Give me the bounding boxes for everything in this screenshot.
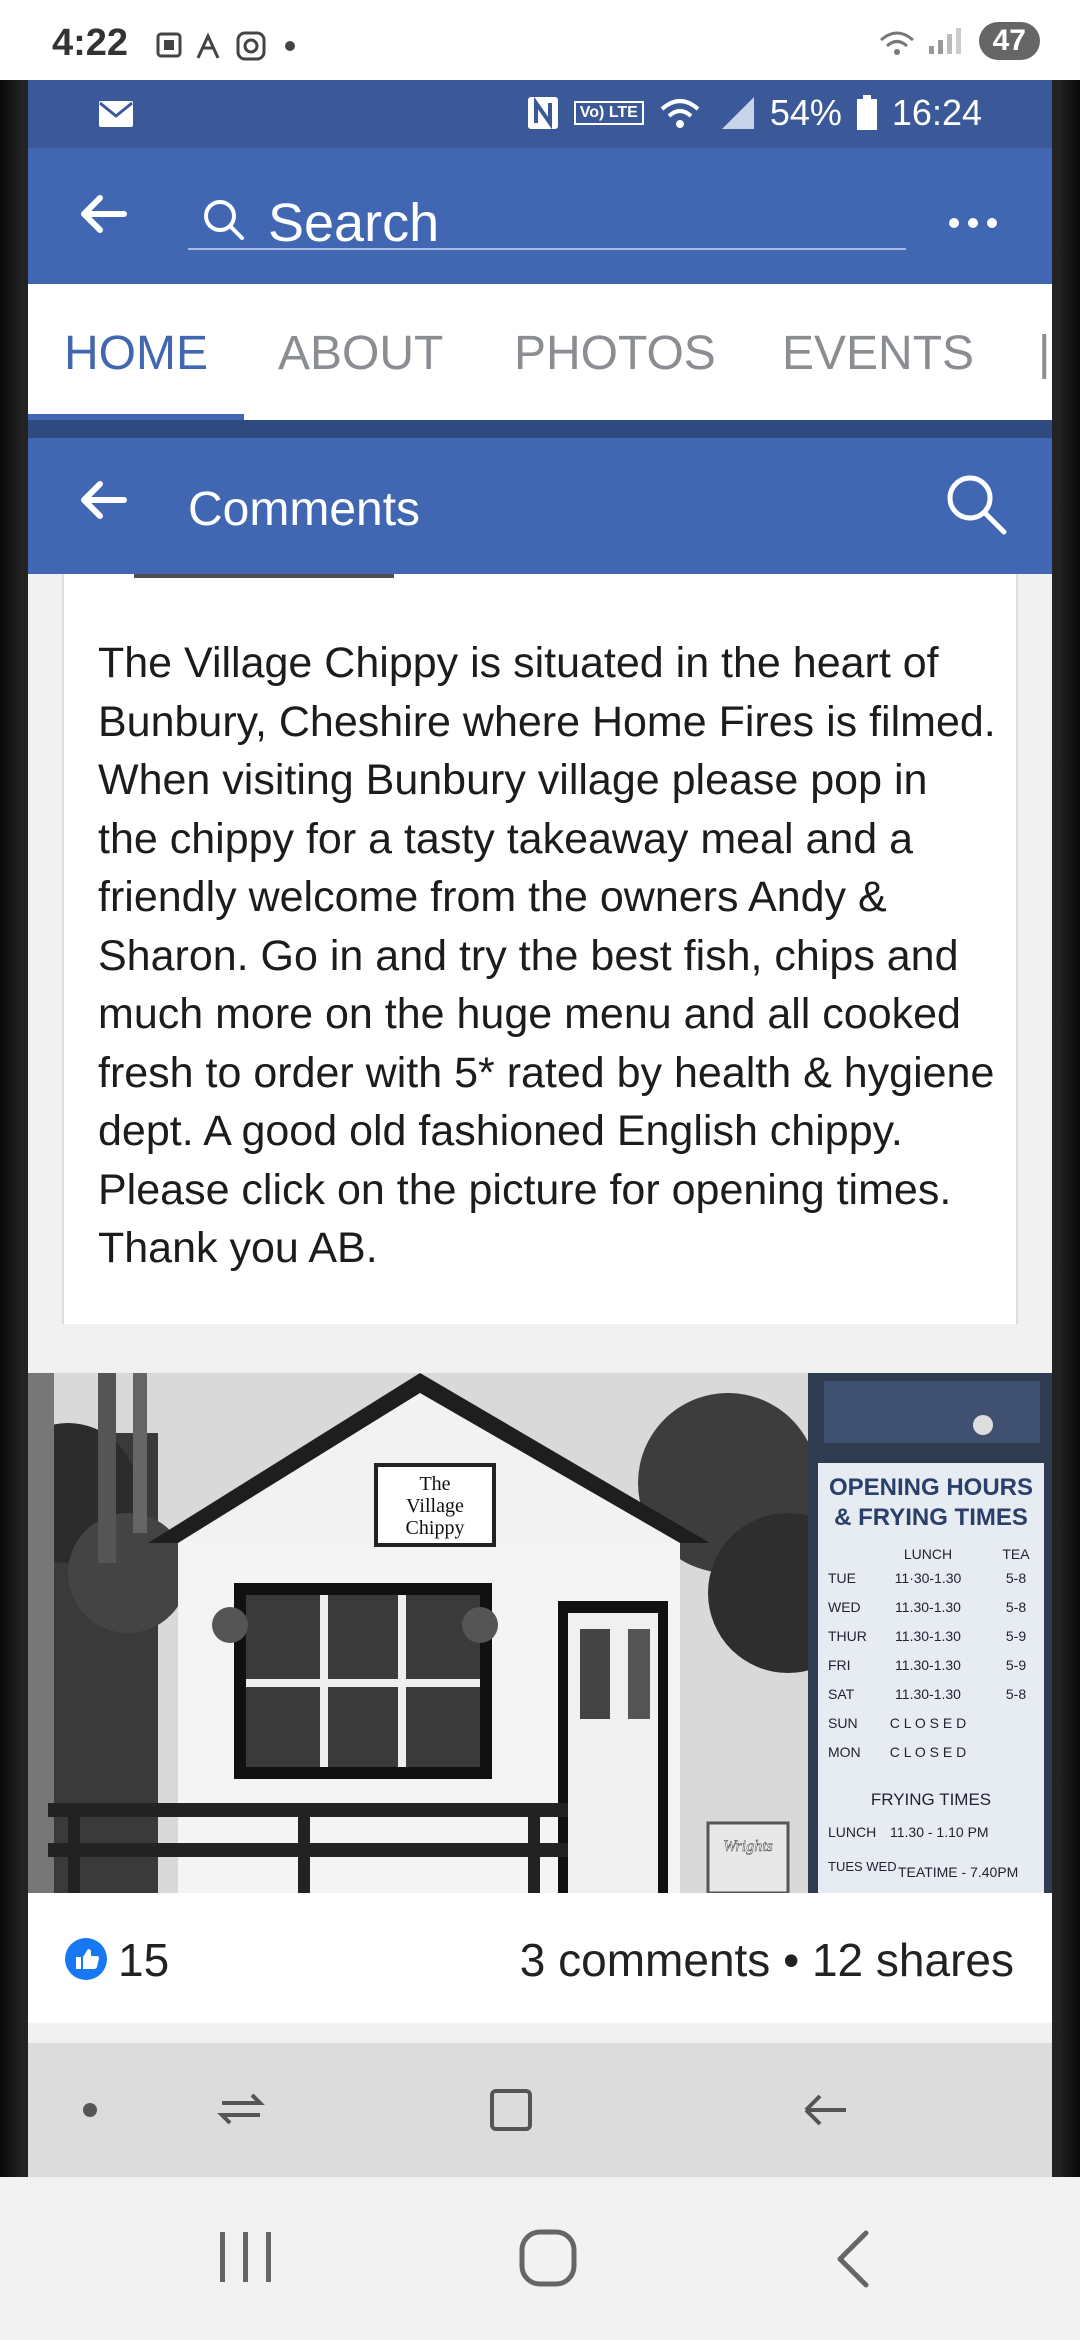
hours-row-lunch: C L O S E D: [890, 1744, 967, 1760]
shop-sign-line-2: Village: [406, 1495, 464, 1517]
frying-lunch-label: LUNCH: [828, 1824, 876, 1840]
frying-teatime: TEATIME - 7.40PM: [898, 1864, 1018, 1880]
hours-row-day: THUR: [828, 1628, 867, 1644]
page-tabs: HOME ABOUT PHOTOS EVENTS |: [28, 284, 1052, 420]
engagement-row: 15 3 comments • 12 shares: [28, 1893, 1052, 2023]
hours-row-lunch: 11.30-1.30: [895, 1686, 961, 1702]
inner-nav-icons: [83, 2089, 846, 2131]
system-nav-icons: [220, 2229, 869, 2288]
comments-back-svg: [81, 481, 127, 519]
battery-icon: [856, 95, 877, 130]
shop-sign-line-3: Chippy: [406, 1517, 465, 1539]
inner-clock: 16:24: [891, 92, 982, 133]
back-arrow-icon[interactable]: [78, 192, 128, 244]
tabs-divider: [28, 420, 1052, 438]
hours-row-day: WED: [828, 1599, 861, 1615]
battery-percent: 54%: [769, 92, 842, 133]
system-nav-bar: [0, 2177, 1080, 2340]
outer-status-right: 47: [877, 22, 1040, 60]
inner-nav-bar: [28, 2043, 1052, 2177]
hours-row-lunch: 11.30-1.30: [895, 1599, 961, 1615]
hours-col-tea: TEA: [1002, 1546, 1030, 1562]
hours-row-day: MON: [828, 1744, 861, 1760]
post-photo[interactable]: The Village Chippy Wrights OPENING HOURS…: [28, 1373, 1052, 1893]
outer-notification-icons: [150, 28, 330, 72]
like-count[interactable]: 15: [118, 1933, 169, 1987]
tab-home[interactable]: HOME: [64, 326, 208, 381]
comments-search-icon[interactable]: [944, 472, 1010, 543]
volte-badge: Vo) LTE: [573, 101, 644, 125]
chip-shop-photo: The Village Chippy Wrights OPENING HOURS…: [28, 1373, 1052, 1893]
post-body-text: The Village Chippy is situated in the he…: [98, 639, 996, 1272]
hours-row-day: SAT: [828, 1686, 855, 1702]
comments-shares-count[interactable]: 3 comments • 12 shares: [520, 1933, 1014, 1987]
hours-row-lunch: 11.30-1.30: [895, 1628, 961, 1644]
comments-header: Comments: [28, 438, 1052, 574]
hours-row-day: TUE: [828, 1570, 856, 1586]
clipped-heading-remnant: [134, 574, 394, 584]
recent-apps-icon[interactable]: [220, 2232, 271, 2282]
outer-clock: 4:22: [52, 22, 129, 64]
hours-title-2: & FRYING TIMES: [834, 1504, 1028, 1531]
hours-row-tea: 5-9: [1006, 1657, 1026, 1673]
notification-icons-group: [156, 31, 295, 61]
inner-status-bar: Vo) LTE 54% 16:24: [28, 80, 1052, 148]
wifi-icon: [660, 99, 700, 128]
comments-title: Comments: [188, 483, 421, 536]
inner-status-right: Vo) LTE 54% 16:24: [526, 92, 982, 134]
hours-row-day: SUN: [828, 1715, 858, 1731]
more-dots-svg: [949, 218, 997, 228]
hours-row-tea: 5-8: [1006, 1570, 1026, 1586]
search-bar: Search: [28, 148, 1052, 284]
outer-status-bar: 4:22 47: [0, 0, 1080, 80]
hours-row-tea: 5-9: [1006, 1628, 1026, 1644]
back-icon[interactable]: [837, 2230, 869, 2288]
comments-search-svg: [947, 475, 1007, 535]
hours-row-lunch: 11.30-1.30: [895, 1657, 961, 1673]
more-options-icon[interactable]: [948, 196, 998, 236]
hours-row-tea: 5-8: [1006, 1686, 1026, 1702]
crate-label: Wrights: [723, 1838, 773, 1855]
search-icon: [204, 200, 244, 240]
hours-row-tea: 5-8: [1006, 1599, 1026, 1615]
post-card: The Village Chippy is situated in the he…: [62, 574, 1018, 1324]
hours-row-lunch: C L O S E D: [890, 1715, 967, 1731]
hours-row-lunch: 11·30-1.30: [895, 1570, 962, 1586]
search-input[interactable]: Search: [188, 188, 906, 253]
tab-photos[interactable]: PHOTOS: [514, 326, 716, 381]
tab-about[interactable]: ABOUT: [278, 326, 443, 381]
hours-col-lunch: LUNCH: [904, 1546, 952, 1562]
comments-back-icon[interactable]: [78, 478, 128, 530]
cell-signal-icon: [721, 97, 754, 129]
frying-days: TUES WED: [828, 1859, 897, 1874]
search-placeholder: Search: [268, 193, 440, 253]
hours-row-day: FRI: [828, 1657, 851, 1673]
wifi-signal-icon: [879, 28, 961, 55]
hours-title-1: OPENING HOURS: [829, 1474, 1033, 1501]
outer-battery-badge: 47: [978, 22, 1040, 60]
inner-screen: Vo) LTE 54% 16:24 Search HOME ABOUT PHOT…: [28, 80, 1052, 2177]
mail-icon: [99, 101, 133, 127]
shop-sign-line-1: The: [419, 1473, 450, 1495]
like-icon[interactable]: [64, 1937, 108, 1981]
frying-title: FRYING TIMES: [871, 1790, 991, 1809]
frying-lunch-time: 11.30 - 1.10 PM: [890, 1824, 989, 1840]
tab-overflow-hint: |: [1038, 327, 1051, 380]
home-icon[interactable]: [519, 2229, 577, 2287]
nfc-icon: [527, 96, 558, 130]
back-arrow-svg: [81, 195, 127, 233]
screenshot-frame: Vo) LTE 54% 16:24 Search HOME ABOUT PHOT…: [0, 80, 1080, 2177]
tab-events[interactable]: EVENTS: [782, 326, 974, 381]
